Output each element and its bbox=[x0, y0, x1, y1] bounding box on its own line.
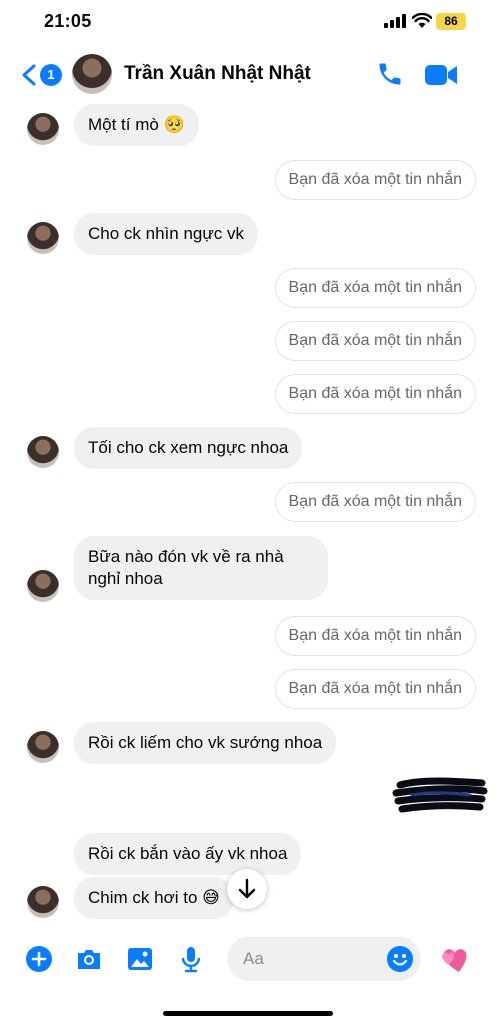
plus-icon[interactable] bbox=[25, 945, 53, 973]
microphone-icon[interactable] bbox=[177, 945, 205, 973]
incoming-message[interactable]: Rồi ck bắn vào ấy vk nhoa bbox=[74, 833, 302, 875]
deleted-message[interactable]: Bạn đã xóa một tin nhắn bbox=[274, 268, 476, 308]
sender-avatar bbox=[27, 731, 59, 763]
incoming-message[interactable]: Cho ck nhìn ngực vk bbox=[74, 213, 258, 255]
back-button[interactable]: 1 bbox=[20, 60, 64, 90]
chevron-left-icon bbox=[22, 64, 36, 86]
incoming-message[interactable]: Một tí mò 🥺 bbox=[74, 104, 199, 146]
sender-avatar bbox=[27, 113, 59, 145]
sender-avatar bbox=[27, 886, 59, 918]
sender-avatar bbox=[27, 570, 59, 602]
unread-badge: 1 bbox=[40, 64, 62, 86]
message-input-box[interactable] bbox=[227, 937, 421, 981]
chat-header: 1 Trần Xuân Nhật Nhật bbox=[0, 44, 501, 106]
incoming-message[interactable]: Bữa nào đón vk về ra nhà nghỉ nhoa bbox=[74, 536, 328, 600]
sender-avatar bbox=[27, 222, 59, 254]
deleted-message[interactable]: Bạn đã xóa một tin nhắn bbox=[274, 616, 476, 656]
composer-bar bbox=[0, 935, 501, 985]
video-camera-icon[interactable] bbox=[424, 62, 458, 88]
message-line: nghỉ nhoa bbox=[88, 569, 163, 588]
deleted-message[interactable]: Bạn đã xóa một tin nhắn bbox=[274, 321, 476, 361]
scroll-to-bottom-button[interactable] bbox=[227, 869, 267, 909]
sender-avatar bbox=[27, 436, 59, 468]
message-line: Bữa nào đón vk về ra nhà bbox=[88, 547, 284, 566]
status-time: 21:05 bbox=[44, 11, 92, 31]
arrow-down-icon bbox=[238, 878, 256, 899]
deleted-message[interactable]: Bạn đã xóa một tin nhắn bbox=[274, 160, 476, 200]
home-indicator bbox=[163, 1011, 333, 1016]
heart-icon[interactable] bbox=[440, 944, 472, 974]
contact-name[interactable]: Trần Xuân Nhật Nhật bbox=[124, 63, 311, 85]
signal-icon bbox=[384, 14, 406, 28]
camera-icon[interactable] bbox=[75, 945, 103, 973]
deleted-message[interactable]: Bạn đã xóa một tin nhắn bbox=[274, 669, 476, 709]
emoji-icon[interactable] bbox=[387, 946, 413, 972]
deleted-message[interactable]: Bạn đã xóa một tin nhắn bbox=[274, 482, 476, 522]
deleted-message[interactable]: Bạn đã xóa một tin nhắn bbox=[274, 374, 476, 414]
wifi-icon bbox=[412, 13, 432, 28]
message-input[interactable] bbox=[243, 937, 383, 981]
image-icon[interactable] bbox=[126, 945, 154, 973]
redacted-scribble bbox=[392, 777, 488, 813]
incoming-message[interactable]: Chim ck hơi to 😅 bbox=[74, 877, 234, 919]
status-bar: 21:05 86 bbox=[0, 0, 501, 44]
incoming-message[interactable]: Rồi ck liếm cho vk sướng nhoa bbox=[74, 722, 337, 764]
phone-icon[interactable] bbox=[376, 60, 404, 88]
contact-avatar[interactable] bbox=[72, 54, 112, 94]
incoming-message[interactable]: Tối cho ck xem ngực nhoa bbox=[74, 427, 303, 469]
battery-icon: 86 bbox=[436, 13, 466, 30]
